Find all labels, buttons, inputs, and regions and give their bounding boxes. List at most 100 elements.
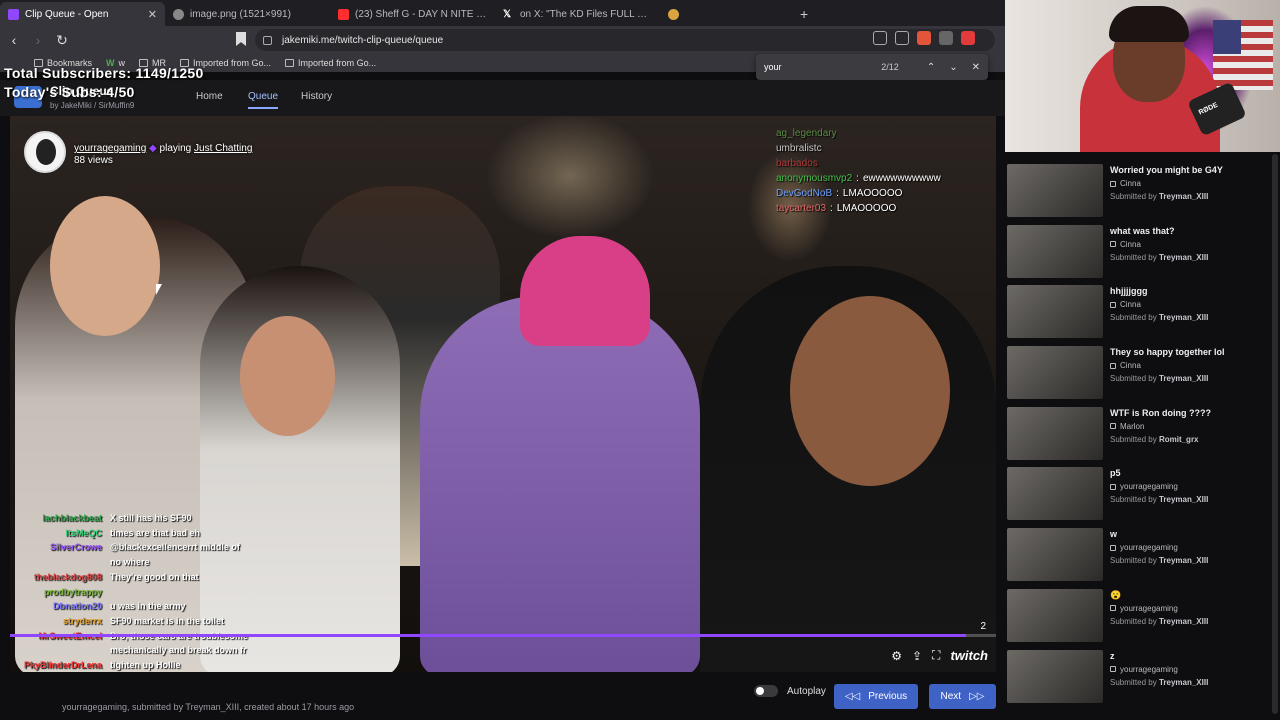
nav-history[interactable]: History [301,91,332,102]
channel-link[interactable]: yourragegaming [74,143,146,154]
browser-tab-x[interactable]: 𝕏 on X: "The KD Files FULL THREAD [495,2,660,26]
clip-thumbnail[interactable] [1007,406,1103,460]
playing-label: playing [159,143,192,154]
clip-thumbnail[interactable] [1007,467,1103,521]
video-player[interactable]: yourragegaming ◆ playing Just Chatting 8… [10,116,996,672]
clip-author: yourragegaming [1110,543,1178,552]
channel-icon [1110,241,1116,248]
bookmark-item[interactable]: Imported from Go... [285,58,376,68]
vpn-icon[interactable] [939,31,953,45]
chat-username: anonymousmvp2 [776,173,853,184]
chat-text: tighten up Hollie [110,660,181,671]
clip-thumbnail[interactable] [1007,649,1103,703]
previous-button[interactable]: ◁◁ Previous [834,684,918,709]
browser-tab-clip-queue[interactable]: Clip Queue - Open ✕ [0,2,165,26]
author-link[interactable]: JakeMiki [61,101,92,110]
address-bar-row: ‹ › ↻ jakemiki.me/twitch-clip-queue/queu… [0,26,1005,54]
find-close-icon[interactable]: ✕ [972,62,980,73]
chat-message: mechanically and break down fr [10,643,280,658]
video-frame [520,236,650,346]
channel-icon [1110,301,1116,308]
tab-title: (23) Sheff G - DAY N NITE Freestyle ( [355,8,487,20]
chat-message: DevGodNoB: LMAOOOOO [776,186,941,201]
close-tab-icon[interactable]: ✕ [148,8,157,21]
chat-username: ag_legendary [776,128,837,139]
chat-username [10,555,102,570]
channel-icon [1110,483,1116,490]
clip-submitter: Submitted by Treyman_XIII [1110,495,1209,505]
autoplay-toggle[interactable] [754,685,778,697]
clip-thumbnail[interactable] [1007,224,1103,278]
tab-strip: Clip Queue - Open ✕ image.png (1521×991)… [0,0,1005,26]
find-input[interactable]: your [764,62,881,72]
progress-bar[interactable] [10,634,996,637]
new-tab-button[interactable]: + [790,2,818,26]
chat-message: umbralistc [776,141,941,156]
total-subscribers: Total Subscribers: 1149/1250 [4,65,204,81]
find-next-icon[interactable]: ⌄ [949,62,957,73]
browser-tab-image[interactable]: image.png (1521×991) [165,2,330,26]
clip-author: Cinna [1110,240,1141,249]
chat-message: prodbytrappy [10,585,280,600]
clip-submitter: Submitted by Treyman_XIII [1110,252,1209,262]
queue-item[interactable]: They so happy together lol Cinna Submitted… [1005,342,1270,403]
chat-separator: : [830,203,833,214]
previous-icon: ◁◁ [844,691,861,702]
queue-item[interactable]: what was that? Cinna Submitted by Treyman_… [1005,221,1270,282]
clip-submitter: Submitted by Romit_grx [1110,434,1199,444]
queue-item[interactable]: w yourragegaming Submitted by Treyman_XIII [1005,524,1270,585]
site-info-icon[interactable] [263,35,272,45]
clip-submitter: Submitted by Treyman_XIII [1110,677,1209,687]
chat-username [10,643,102,658]
channel-icon [1110,605,1116,612]
game-link[interactable]: Just Chatting [194,143,252,154]
queue-scrollbar[interactable] [1270,152,1280,720]
brave-shield-icon[interactable] [917,31,931,45]
author-link[interactable]: SirMuffin9 [98,101,134,110]
queue-item[interactable]: z yourragegaming Submitted by Treyman_XIII [1005,646,1270,707]
find-previous-icon[interactable]: ⌃ [927,62,935,73]
rewards-icon[interactable] [961,31,975,45]
chat-message: ItsMeQC times are that bad eh [10,526,280,541]
clip-submitter: Submitted by Treyman_XIII [1110,556,1209,566]
browser-tab-other[interactable] [660,2,790,26]
clip-thumbnail[interactable] [1007,528,1103,582]
clip-thumbnail[interactable] [1007,285,1103,339]
twitch-logo[interactable]: twitch [950,648,988,663]
chat-text: X still has his SF90 [110,513,192,523]
tab-search-icon[interactable] [873,31,887,45]
chat-message: stryderrx SF90 market is in the toilet [10,614,280,629]
clip-title: WTF is Ron doing ???? [1110,407,1211,418]
verified-icon: ◆ [149,143,157,154]
channel-icon [1110,423,1116,430]
clip-title: 😮 [1110,589,1122,600]
back-icon[interactable]: ‹ [4,32,24,48]
reload-icon[interactable]: ↻ [52,32,72,49]
fullscreen-icon[interactable]: ⛶ [932,648,940,663]
next-button[interactable]: Next ▷▷ [929,684,996,709]
share-icon[interactable]: ⇪ [912,649,922,663]
clip-author: yourragegaming [1110,665,1178,674]
scrollbar-thumb[interactable] [1272,154,1278,714]
channel-icon [1110,362,1116,369]
queue-item[interactable]: hhjjjjggg Cinna Submitted by Treyman_XIII [1005,281,1270,342]
clip-author: Cinna [1110,300,1141,309]
video-frame [240,316,335,436]
nav-queue[interactable]: Queue [248,91,279,109]
bookmark-icon[interactable] [236,32,246,46]
queue-item[interactable]: 😮 yourragegaming Submitted by Treyman_XIII [1005,585,1270,646]
queue-item[interactable]: Worried you might be G4Y Cinna Submitted b… [1005,160,1270,221]
settings-icon[interactable]: ⚙ [891,649,902,663]
clip-thumbnail[interactable] [1007,588,1103,642]
clip-thumbnail[interactable] [1007,164,1103,217]
forward-icon[interactable]: › [28,32,48,48]
globe-favicon-icon [173,8,184,20]
tab-title: Clip Queue - Open [25,8,109,20]
clip-thumbnail[interactable] [1007,346,1103,400]
queue-item[interactable]: WTF is Ron doing ???? Marlon Submitted by … [1005,403,1270,464]
browser-tab-youtube[interactable]: (23) Sheff G - DAY N NITE Freestyle ( [330,2,495,26]
share-icon[interactable] [895,31,909,45]
chat-username: barbados [776,158,818,169]
channel-avatar[interactable] [24,131,66,173]
queue-item[interactable]: p5 yourragegaming Submitted by Treyman_XII… [1005,463,1270,524]
